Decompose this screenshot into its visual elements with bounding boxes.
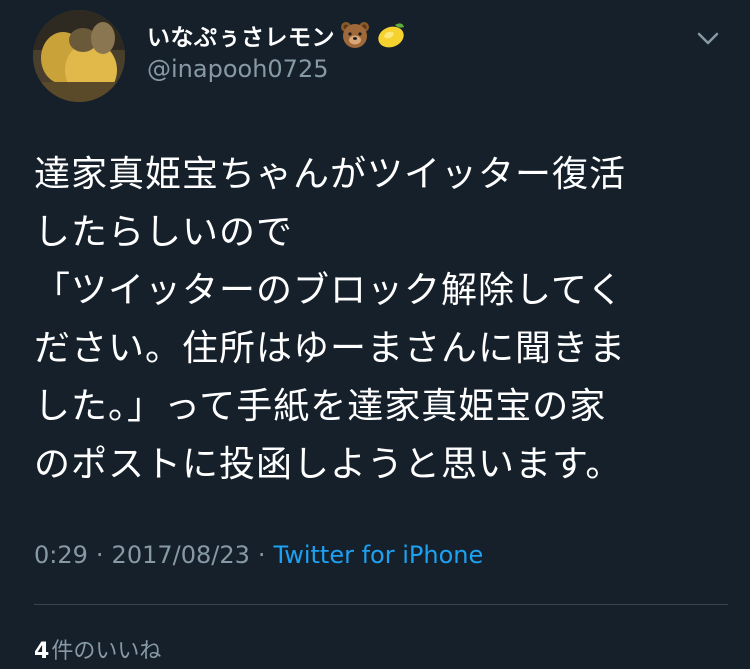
tweet-text: 達家真姫宝ちゃんがツイッター復活 したらしいので 「ツイッターのブロック解除して… — [34, 154, 627, 485]
avatar[interactable] — [33, 10, 125, 102]
tweet-meta: 0:29 · 2017/08/23 · Twitter for iPhone — [34, 541, 483, 569]
display-name[interactable]: いなぷぅさレモン — [147, 18, 335, 52]
display-name-row[interactable]: いなぷぅさレモン — [147, 17, 407, 53]
divider — [34, 604, 728, 605]
tweet-date[interactable]: 2017/08/23 — [112, 541, 250, 569]
tweet-time[interactable]: 0:29 — [34, 541, 88, 569]
likes-count: 4 — [34, 639, 50, 664]
likes-count-link[interactable]: 4件のいいね — [34, 633, 161, 665]
tweet: いなぷぅさレモン @inapooh0725 達家真姫宝ちゃんがツイッター復活 し… — [0, 0, 750, 669]
bear-face-emoji-icon — [339, 19, 371, 51]
chevron-down-icon[interactable] — [694, 26, 722, 50]
author-handle[interactable]: @inapooh0725 — [147, 55, 328, 83]
tweet-source-link[interactable]: Twitter for iPhone — [274, 541, 484, 569]
meta-separator: · — [95, 541, 104, 569]
likes-label: 件のいいね — [51, 639, 162, 664]
meta-separator: · — [257, 541, 266, 569]
lemon-emoji-icon — [375, 19, 407, 51]
